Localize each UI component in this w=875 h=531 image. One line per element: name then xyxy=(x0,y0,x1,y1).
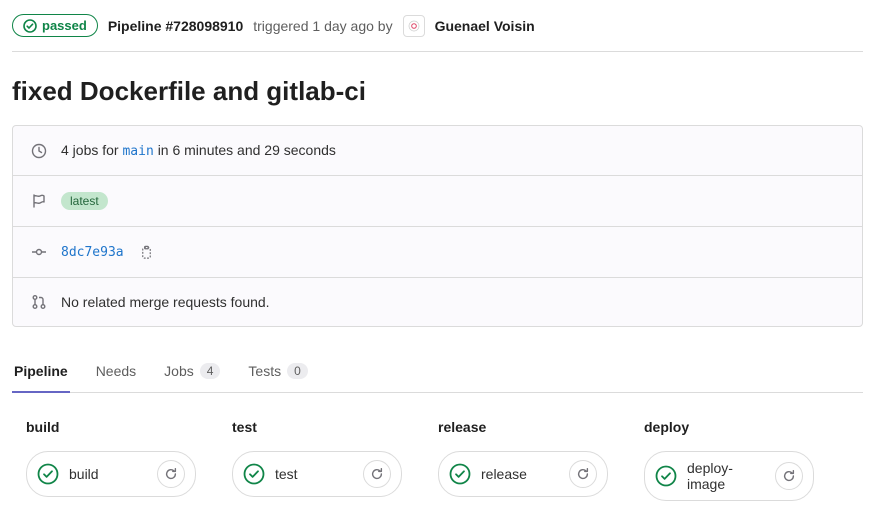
stage-test: test test xyxy=(232,419,402,501)
tests-count: 0 xyxy=(287,363,308,379)
retry-button[interactable] xyxy=(775,462,803,490)
job-test[interactable]: test xyxy=(232,451,402,497)
job-name: release xyxy=(481,466,559,482)
retry-icon xyxy=(576,467,590,481)
pipeline-id[interactable]: Pipeline #728098910 xyxy=(108,18,243,34)
eye-icon xyxy=(407,19,421,33)
stage-deploy: deploy deploy-image xyxy=(644,419,814,501)
retry-icon xyxy=(370,467,384,481)
tab-tests[interactable]: Tests 0 xyxy=(246,353,309,393)
check-circle-icon xyxy=(37,463,59,485)
retry-icon xyxy=(164,467,178,481)
retry-icon xyxy=(782,469,796,483)
status-label: passed xyxy=(42,18,87,33)
stage-name: build xyxy=(26,419,196,435)
check-circle-icon xyxy=(23,19,37,33)
tab-needs[interactable]: Needs xyxy=(94,353,138,393)
job-build[interactable]: build xyxy=(26,451,196,497)
tab-pipeline[interactable]: Pipeline xyxy=(12,353,70,393)
retry-button[interactable] xyxy=(569,460,597,488)
commit-icon xyxy=(31,244,47,260)
clipboard-icon xyxy=(139,245,154,260)
pipeline-header: passed Pipeline #728098910 triggered 1 d… xyxy=(12,0,863,52)
avatar[interactable] xyxy=(403,15,425,37)
pipeline-stages: build build test test xyxy=(12,393,863,527)
commit-sha-link[interactable]: 8dc7e93a xyxy=(61,245,124,260)
retry-button[interactable] xyxy=(363,460,391,488)
jobs-summary-row: 4 jobs for main in 6 minutes and 29 seco… xyxy=(13,126,862,176)
job-name: deploy-image xyxy=(687,460,765,492)
stage-release: release release xyxy=(438,419,608,501)
stage-name: release xyxy=(438,419,608,435)
status-badge[interactable]: passed xyxy=(12,14,98,37)
merge-requests-row: No related merge requests found. xyxy=(13,278,862,326)
check-circle-icon xyxy=(449,463,471,485)
job-name: test xyxy=(275,466,353,482)
jobs-summary-text: 4 jobs for main in 6 minutes and 29 seco… xyxy=(61,142,336,159)
copy-sha-button[interactable] xyxy=(138,243,156,261)
tab-jobs[interactable]: Jobs 4 xyxy=(162,353,222,393)
flag-icon xyxy=(31,193,47,209)
commit-row: 8dc7e93a xyxy=(13,227,862,278)
check-circle-icon xyxy=(655,465,677,487)
stage-name: deploy xyxy=(644,419,814,435)
pipeline-tabs: Pipeline Needs Jobs 4 Tests 0 xyxy=(12,353,863,393)
stage-build: build build xyxy=(26,419,196,501)
user-name[interactable]: Guenael Voisin xyxy=(435,18,535,34)
job-release[interactable]: release xyxy=(438,451,608,497)
stage-name: test xyxy=(232,419,402,435)
commit-title: fixed Dockerfile and gitlab-ci xyxy=(12,76,863,107)
tags-row: latest xyxy=(13,176,862,227)
clock-icon xyxy=(31,143,47,159)
merge-requests-text: No related merge requests found. xyxy=(61,294,270,310)
latest-tag: latest xyxy=(61,192,108,210)
branch-link[interactable]: main xyxy=(122,144,153,159)
pipeline-info-panel: 4 jobs for main in 6 minutes and 29 seco… xyxy=(12,125,863,327)
retry-button[interactable] xyxy=(157,460,185,488)
jobs-count: 4 xyxy=(200,363,221,379)
check-circle-icon xyxy=(243,463,265,485)
job-deploy-image[interactable]: deploy-image xyxy=(644,451,814,501)
triggered-text: triggered 1 day ago by xyxy=(253,18,392,34)
merge-request-icon xyxy=(31,294,47,310)
job-name: build xyxy=(69,466,147,482)
